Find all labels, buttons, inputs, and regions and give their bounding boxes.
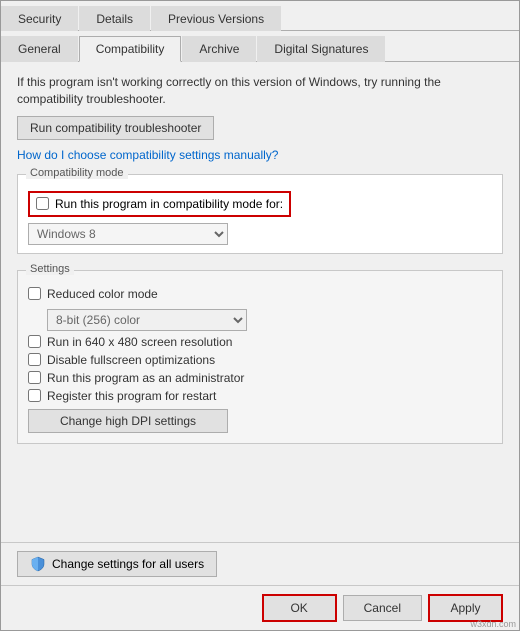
run-admin-row: Run this program as an administrator [28,371,492,385]
tab-security[interactable]: Security [1,6,78,31]
how-to-choose-link[interactable]: How do I choose compatibility settings m… [17,148,503,162]
tab-archive[interactable]: Archive [182,36,256,62]
compat-mode-dropdown[interactable]: Windows 8 Windows XP (Service Pack 2) Wi… [28,223,228,245]
disable-fullscreen-checkbox[interactable] [28,353,41,366]
tab-bar-row2: General Compatibility Archive Digital Si… [1,31,519,62]
bottom-bar: Change settings for all users [1,542,519,585]
disable-fullscreen-row: Disable fullscreen optimizations [28,353,492,367]
run-troubleshooter-button[interactable]: Run compatibility troubleshooter [17,116,214,140]
color-mode-dropdown[interactable]: 8-bit (256) color 16-bit (65536) color [47,309,247,331]
tab-general[interactable]: General [1,36,78,62]
run-640-checkbox[interactable] [28,335,41,348]
cancel-button[interactable]: Cancel [343,595,422,621]
dialog-buttons-bar: OK Cancel Apply [1,585,519,630]
ok-button[interactable]: OK [262,594,337,622]
register-restart-row: Register this program for restart [28,389,492,403]
apply-button[interactable]: Apply [428,594,503,622]
settings-section: Settings Reduced color mode 8-bit (256) … [17,270,503,444]
compat-mode-checkbox[interactable] [36,197,49,210]
dialog-window: Security Details Previous Versions Gener… [0,0,520,631]
compat-mode-checkbox-label[interactable]: Run this program in compatibility mode f… [55,197,283,211]
change-dpi-button[interactable]: Change high DPI settings [28,409,228,433]
shield-icon [30,556,46,572]
reduced-color-label[interactable]: Reduced color mode [47,287,158,301]
settings-legend: Settings [26,263,74,275]
change-settings-label: Change settings for all users [52,557,204,571]
tab-compatibility[interactable]: Compatibility [79,36,182,62]
intro-text: If this program isn't working correctly … [17,74,503,108]
tab-digital-signatures[interactable]: Digital Signatures [257,36,385,62]
compat-mode-highlight-box: Run this program in compatibility mode f… [28,191,291,217]
run-admin-label[interactable]: Run this program as an administrator [47,371,244,385]
tab-bar-row1: Security Details Previous Versions [1,1,519,31]
disable-fullscreen-label[interactable]: Disable fullscreen optimizations [47,353,215,367]
main-content: If this program isn't working correctly … [1,62,519,542]
run-640-label[interactable]: Run in 640 x 480 screen resolution [47,335,232,349]
register-restart-checkbox[interactable] [28,389,41,402]
compat-mode-legend: Compatibility mode [26,167,128,179]
compat-mode-section: Compatibility mode Run this program in c… [17,174,503,254]
change-settings-all-button[interactable]: Change settings for all users [17,551,217,577]
watermark: w3xdn.com [470,619,516,629]
reduced-color-row: Reduced color mode [28,287,492,301]
tab-previous-versions[interactable]: Previous Versions [151,6,281,31]
register-restart-label[interactable]: Register this program for restart [47,389,216,403]
run-admin-checkbox[interactable] [28,371,41,384]
run-640-row: Run in 640 x 480 screen resolution [28,335,492,349]
reduced-color-checkbox[interactable] [28,287,41,300]
tab-details[interactable]: Details [79,6,150,31]
